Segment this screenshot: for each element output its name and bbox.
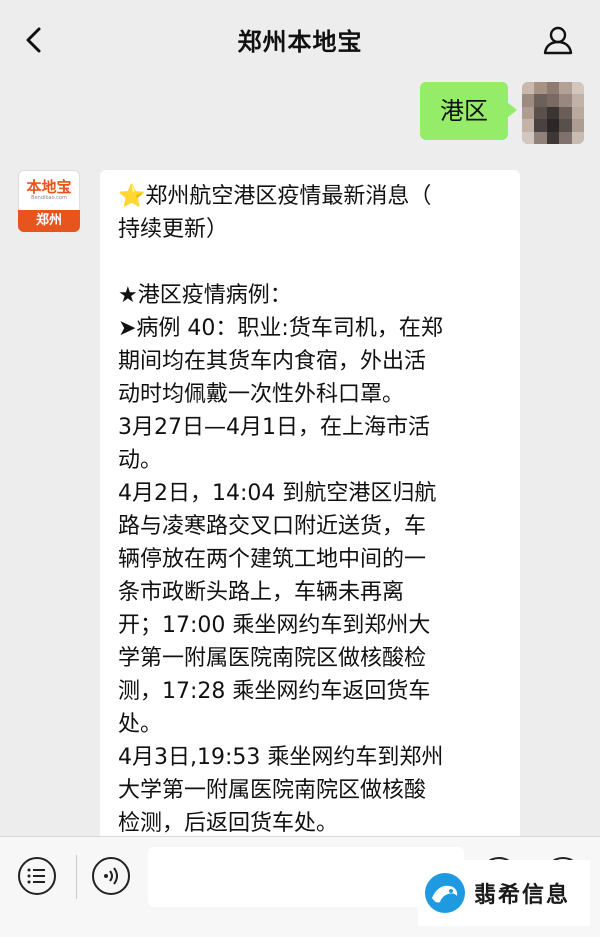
avatar-logo-sub: Bendibao.com	[31, 194, 67, 201]
sent-message-row: 港区	[420, 82, 584, 144]
message-line: 4月2日，14:04 到航空港区归航	[118, 481, 437, 506]
watermark: 翡希信息	[418, 860, 590, 926]
voice-button[interactable]	[92, 857, 130, 895]
message-line: ⭐郑州航空港区疫情最新消息（	[118, 184, 432, 209]
message-line: 处。	[118, 712, 163, 737]
menu-list-icon	[27, 868, 45, 884]
star-icon: ⭐	[118, 184, 146, 209]
avatar-city-text: 郑州	[18, 210, 80, 232]
message-line: 大学第一附属医院南院区做核酸	[118, 778, 427, 803]
page-title: 郑州本地宝	[237, 28, 363, 56]
message-line: 学第一附属医院南院区做核酸检	[118, 646, 427, 671]
watermark-logo-icon	[425, 873, 465, 913]
message-line: ➤病例 40：职业:货车司机，在郑	[118, 316, 443, 341]
chat-header: 郑州本地宝	[0, 0, 600, 80]
input-bar-divider	[76, 855, 77, 899]
avatar-logo-area: 本地宝 Bendibao.com	[18, 170, 80, 210]
message-line: 动时均佩戴一次性外科口罩。	[118, 382, 405, 407]
avatar-logo-text: 本地宝	[26, 177, 72, 196]
message-line: 持续更新）	[118, 217, 229, 242]
message-line: 路与凌寒路交叉口附近送货，车	[118, 514, 427, 539]
message-line: 条市政断头路上，车辆未再离	[118, 580, 405, 605]
message-line: 动。	[118, 448, 163, 473]
message-text-input[interactable]	[148, 847, 464, 907]
message-line: 辆停放在两个建筑工地中间的一	[118, 547, 427, 572]
sent-message-bubble[interactable]: 港区	[420, 82, 517, 140]
message-line: 4月3日,19:53 乘坐网约车到郑州	[118, 745, 444, 770]
received-message-bubble[interactable]: ⭐郑州航空港区疫情最新消息（ 持续更新） ★港区疫情病例： ➤病例 40：职业:…	[100, 170, 520, 880]
message-line: 开；17:00 乘坐网约车到郑州大	[118, 613, 431, 638]
sender-avatar[interactable]: 本地宝 Bendibao.com 郑州	[18, 170, 80, 232]
watermark-text: 翡希信息	[474, 882, 571, 908]
voice-icon	[104, 867, 118, 885]
profile-button[interactable]	[538, 22, 578, 58]
person-icon	[543, 26, 573, 55]
message-line: 期间均在其货车内食宿，外出活	[118, 349, 427, 374]
user-avatar[interactable]	[522, 82, 584, 144]
message-line: 测，17:28 乘坐网约车返回货车	[118, 679, 431, 704]
menu-button[interactable]	[18, 857, 56, 895]
message-line: ★港区疫情病例：	[118, 283, 292, 308]
message-line: 3月27日—4月1日，在上海市活	[118, 415, 430, 440]
received-message-row: 本地宝 Bendibao.com 郑州 ⭐郑州航空港区疫情最新消息（ 持续更新）…	[18, 170, 520, 880]
